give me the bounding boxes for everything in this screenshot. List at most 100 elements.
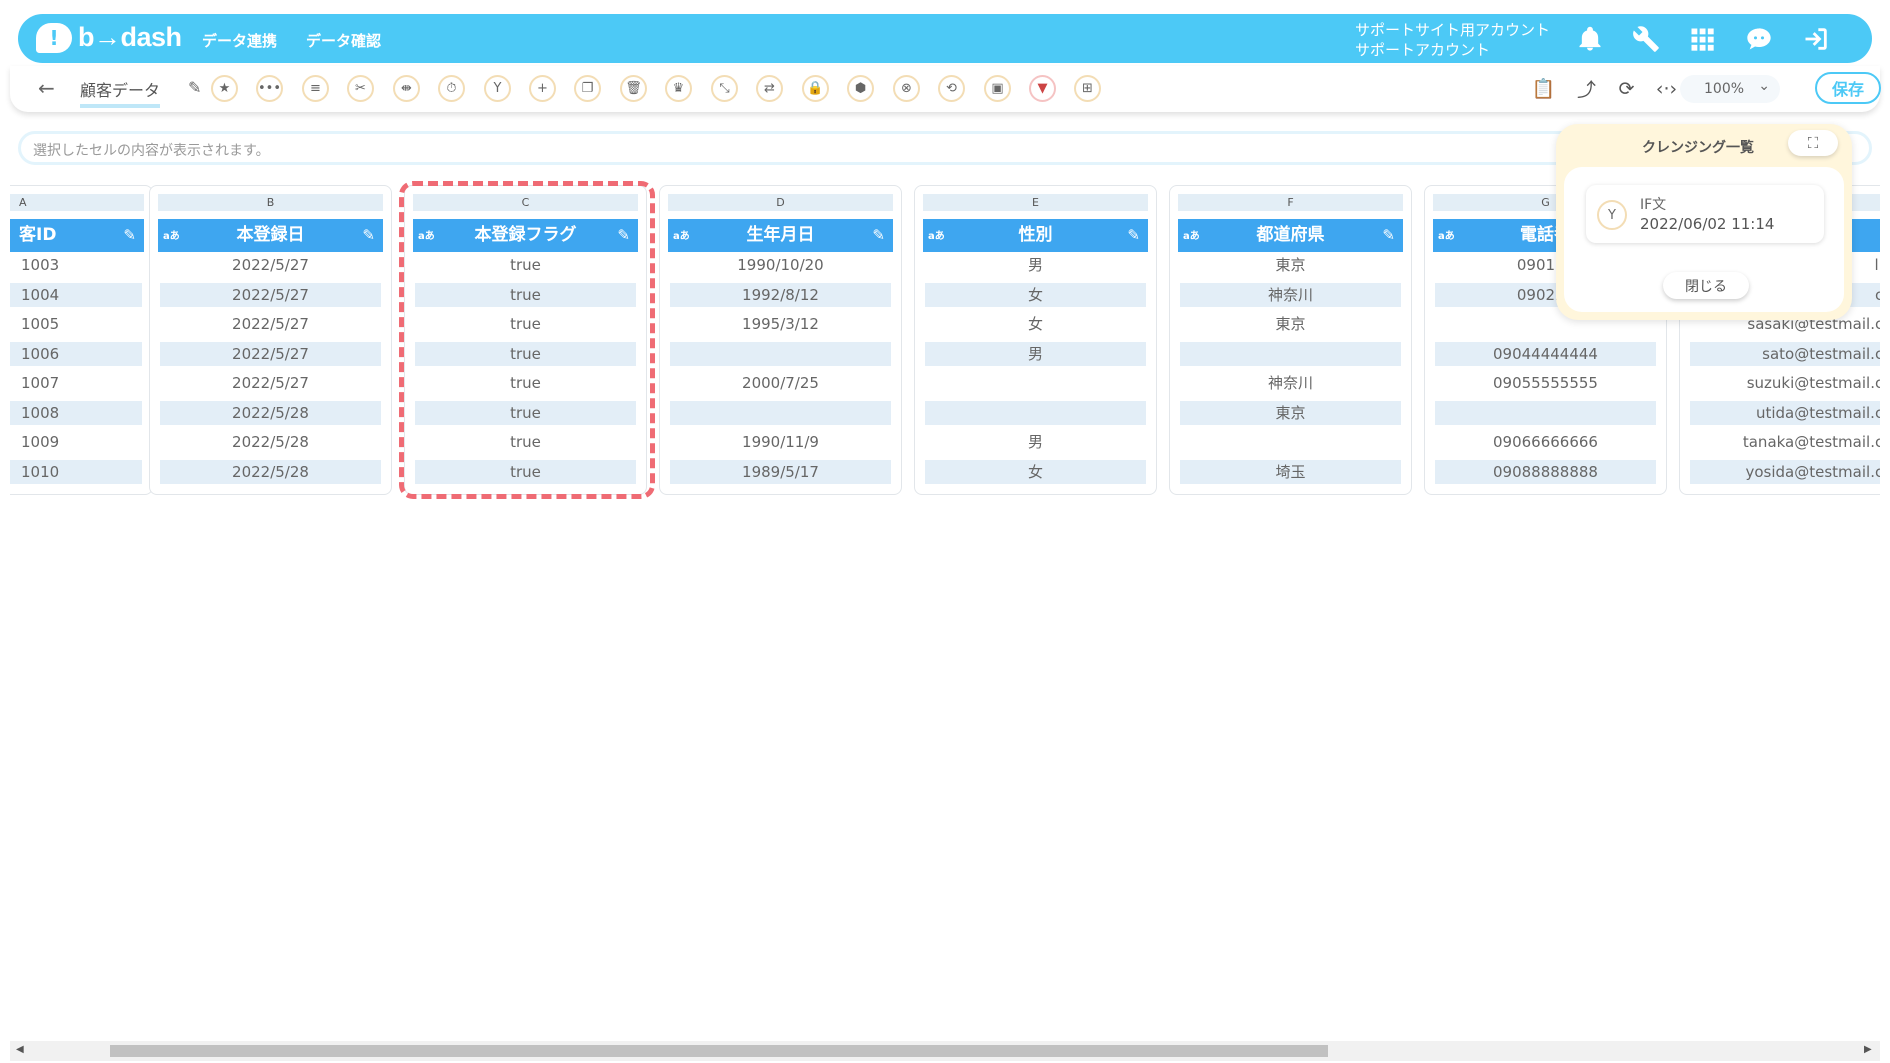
split-merge-icon[interactable]: ⇼ [393,75,420,102]
edit-column-icon[interactable]: ✎ [123,219,136,252]
swap-icon[interactable]: ⇄ [756,75,783,102]
table-cell[interactable]: yosida@testmail.com [1690,459,1880,484]
table-cell[interactable] [670,341,891,366]
apps-grid-icon[interactable] [1688,25,1716,53]
more-icon[interactable]: ••• [256,75,283,102]
support-chat-icon[interactable] [1745,25,1773,53]
cut-icon[interactable]: ✂ [347,75,374,102]
table-cell[interactable]: 2022/5/27 [160,253,381,277]
table-cell[interactable]: 1004 [10,282,142,307]
table-cell[interactable]: suzuki@testmail.com [1690,371,1880,395]
table-cell[interactable]: sato@testmail.com [1690,341,1880,366]
star-icon[interactable]: ★ [211,75,238,102]
table-cell[interactable]: 2022/5/27 [160,312,381,336]
table-cell[interactable]: 1990/11/9 [670,430,891,454]
table-cell[interactable]: 2022/5/27 [160,341,381,366]
grid-icon[interactable]: ⊞ [1074,75,1101,102]
add-icon[interactable]: + [529,75,556,102]
table-cell[interactable]: 1992/8/12 [670,282,891,307]
table-cell[interactable]: tanaka@testmail.com [1690,430,1880,454]
expand-icon[interactable]: ⤡ [711,75,738,102]
table-cell[interactable]: 東京 [1180,253,1401,277]
save-button[interactable]: 保存 [1815,72,1881,104]
table-cell[interactable]: 神奈川 [1180,282,1401,307]
table-cell[interactable]: 09088888888 [1435,459,1656,484]
delete-icon[interactable]: 🗑 [620,75,647,102]
crown-icon[interactable]: ♛ [665,75,692,102]
table-cell[interactable]: 男 [925,341,1146,366]
timer-icon[interactable]: ⏱ [438,75,465,102]
clipboard-icon[interactable]: 📋 [1530,75,1557,102]
share-icon[interactable]: ⤴ [1573,75,1600,102]
table-cell[interactable]: 2022/5/28 [160,430,381,454]
column-letter[interactable]: B [158,194,383,211]
cancel-icon[interactable]: ⊗ [893,75,920,102]
edit-title-icon[interactable]: ✎ [188,78,201,97]
table-cell[interactable]: 2022/5/28 [160,400,381,425]
code-icon[interactable]: ‹·› [1653,75,1680,102]
table-cell[interactable]: 女 [925,282,1146,307]
table-cell[interactable] [670,400,891,425]
account-info[interactable]: サポートサイト用アカウント サポートアカウント [1355,20,1550,60]
table-cell[interactable]: 09055555555 [1435,371,1656,395]
filter-icon[interactable]: ▼ [1029,75,1056,102]
table-cell[interactable] [1435,400,1656,425]
column-header[interactable]: aあ 生年月日 ✎ [668,219,893,252]
table-cell[interactable]: 埼玉 [1180,459,1401,484]
column-letter[interactable]: A [10,194,144,211]
nav-data-integration[interactable]: データ連携 [202,30,277,51]
table-cell[interactable]: 1005 [10,312,142,336]
table-cell[interactable]: 1990/10/20 [670,253,891,277]
box-icon[interactable]: ⬢ [847,75,874,102]
table-cell[interactable]: 1995/3/12 [670,312,891,336]
column-header[interactable]: aあ 性別 ✎ [923,219,1148,252]
logo[interactable]: ! b→dash [36,22,182,53]
table-cell[interactable] [925,371,1146,395]
table-cell[interactable]: 2022/5/27 [160,371,381,395]
lock-icon[interactable]: 🔒 [802,75,829,102]
edit-column-icon[interactable]: ✎ [362,219,375,252]
horizontal-scrollbar[interactable]: ◀ ▶ [10,1041,1880,1061]
table-cell[interactable]: 女 [925,312,1146,336]
table-cell[interactable]: 2000/7/25 [670,371,891,395]
transform-icon[interactable]: ⟲ [938,75,965,102]
table-cell[interactable]: utida@testmail.com [1690,400,1880,425]
table-cell[interactable]: 1006 [10,341,142,366]
table-cell[interactable]: 1008 [10,400,142,425]
edit-column-icon[interactable]: ✎ [1127,219,1140,252]
edit-column-icon[interactable]: ✎ [1382,219,1395,252]
bell-icon[interactable] [1576,25,1604,53]
breadcrumb-title[interactable]: 顧客データ [80,77,161,108]
table-cell[interactable]: 女 [925,459,1146,484]
copy-icon[interactable]: ❐ [574,75,601,102]
refresh-icon[interactable]: ⟳ [1613,75,1640,102]
table-cell[interactable]: 1007 [10,371,142,395]
table-cell[interactable]: 1010 [10,459,142,484]
fullscreen-icon[interactable]: ⛶ [1788,130,1838,156]
table-cell[interactable]: 男 [925,430,1146,454]
table-cell[interactable]: 1009 [10,430,142,454]
table-cell[interactable]: 東京 [1180,400,1401,425]
table-cell[interactable]: 1003 [10,253,142,277]
list-icon[interactable]: ≡ [302,75,329,102]
column-letter[interactable]: E [923,194,1148,211]
column-header[interactable]: aあ 都道府県 ✎ [1178,219,1403,252]
table-cell[interactable]: 東京 [1180,312,1401,336]
table-cell[interactable]: 09066666666 [1435,430,1656,454]
column-letter[interactable]: F [1178,194,1403,211]
wrench-icon[interactable] [1632,25,1660,53]
frame-icon[interactable]: ▣ [984,75,1011,102]
table-cell[interactable]: 09044444444 [1435,341,1656,366]
table-cell[interactable] [1180,341,1401,366]
table-cell[interactable] [925,400,1146,425]
table-cell[interactable]: 神奈川 [1180,371,1401,395]
table-cell[interactable] [1180,430,1401,454]
scrollbar-thumb[interactable] [110,1045,1328,1057]
close-button[interactable]: 閉じる [1663,272,1749,299]
table-cell[interactable]: 2022/5/28 [160,459,381,484]
table-cell[interactable]: 男 [925,253,1146,277]
column-letter[interactable]: D [668,194,893,211]
back-arrow-icon[interactable]: ← [38,76,55,100]
scroll-right-icon[interactable]: ▶ [1864,1044,1872,1055]
edit-column-icon[interactable]: ✎ [872,219,885,252]
